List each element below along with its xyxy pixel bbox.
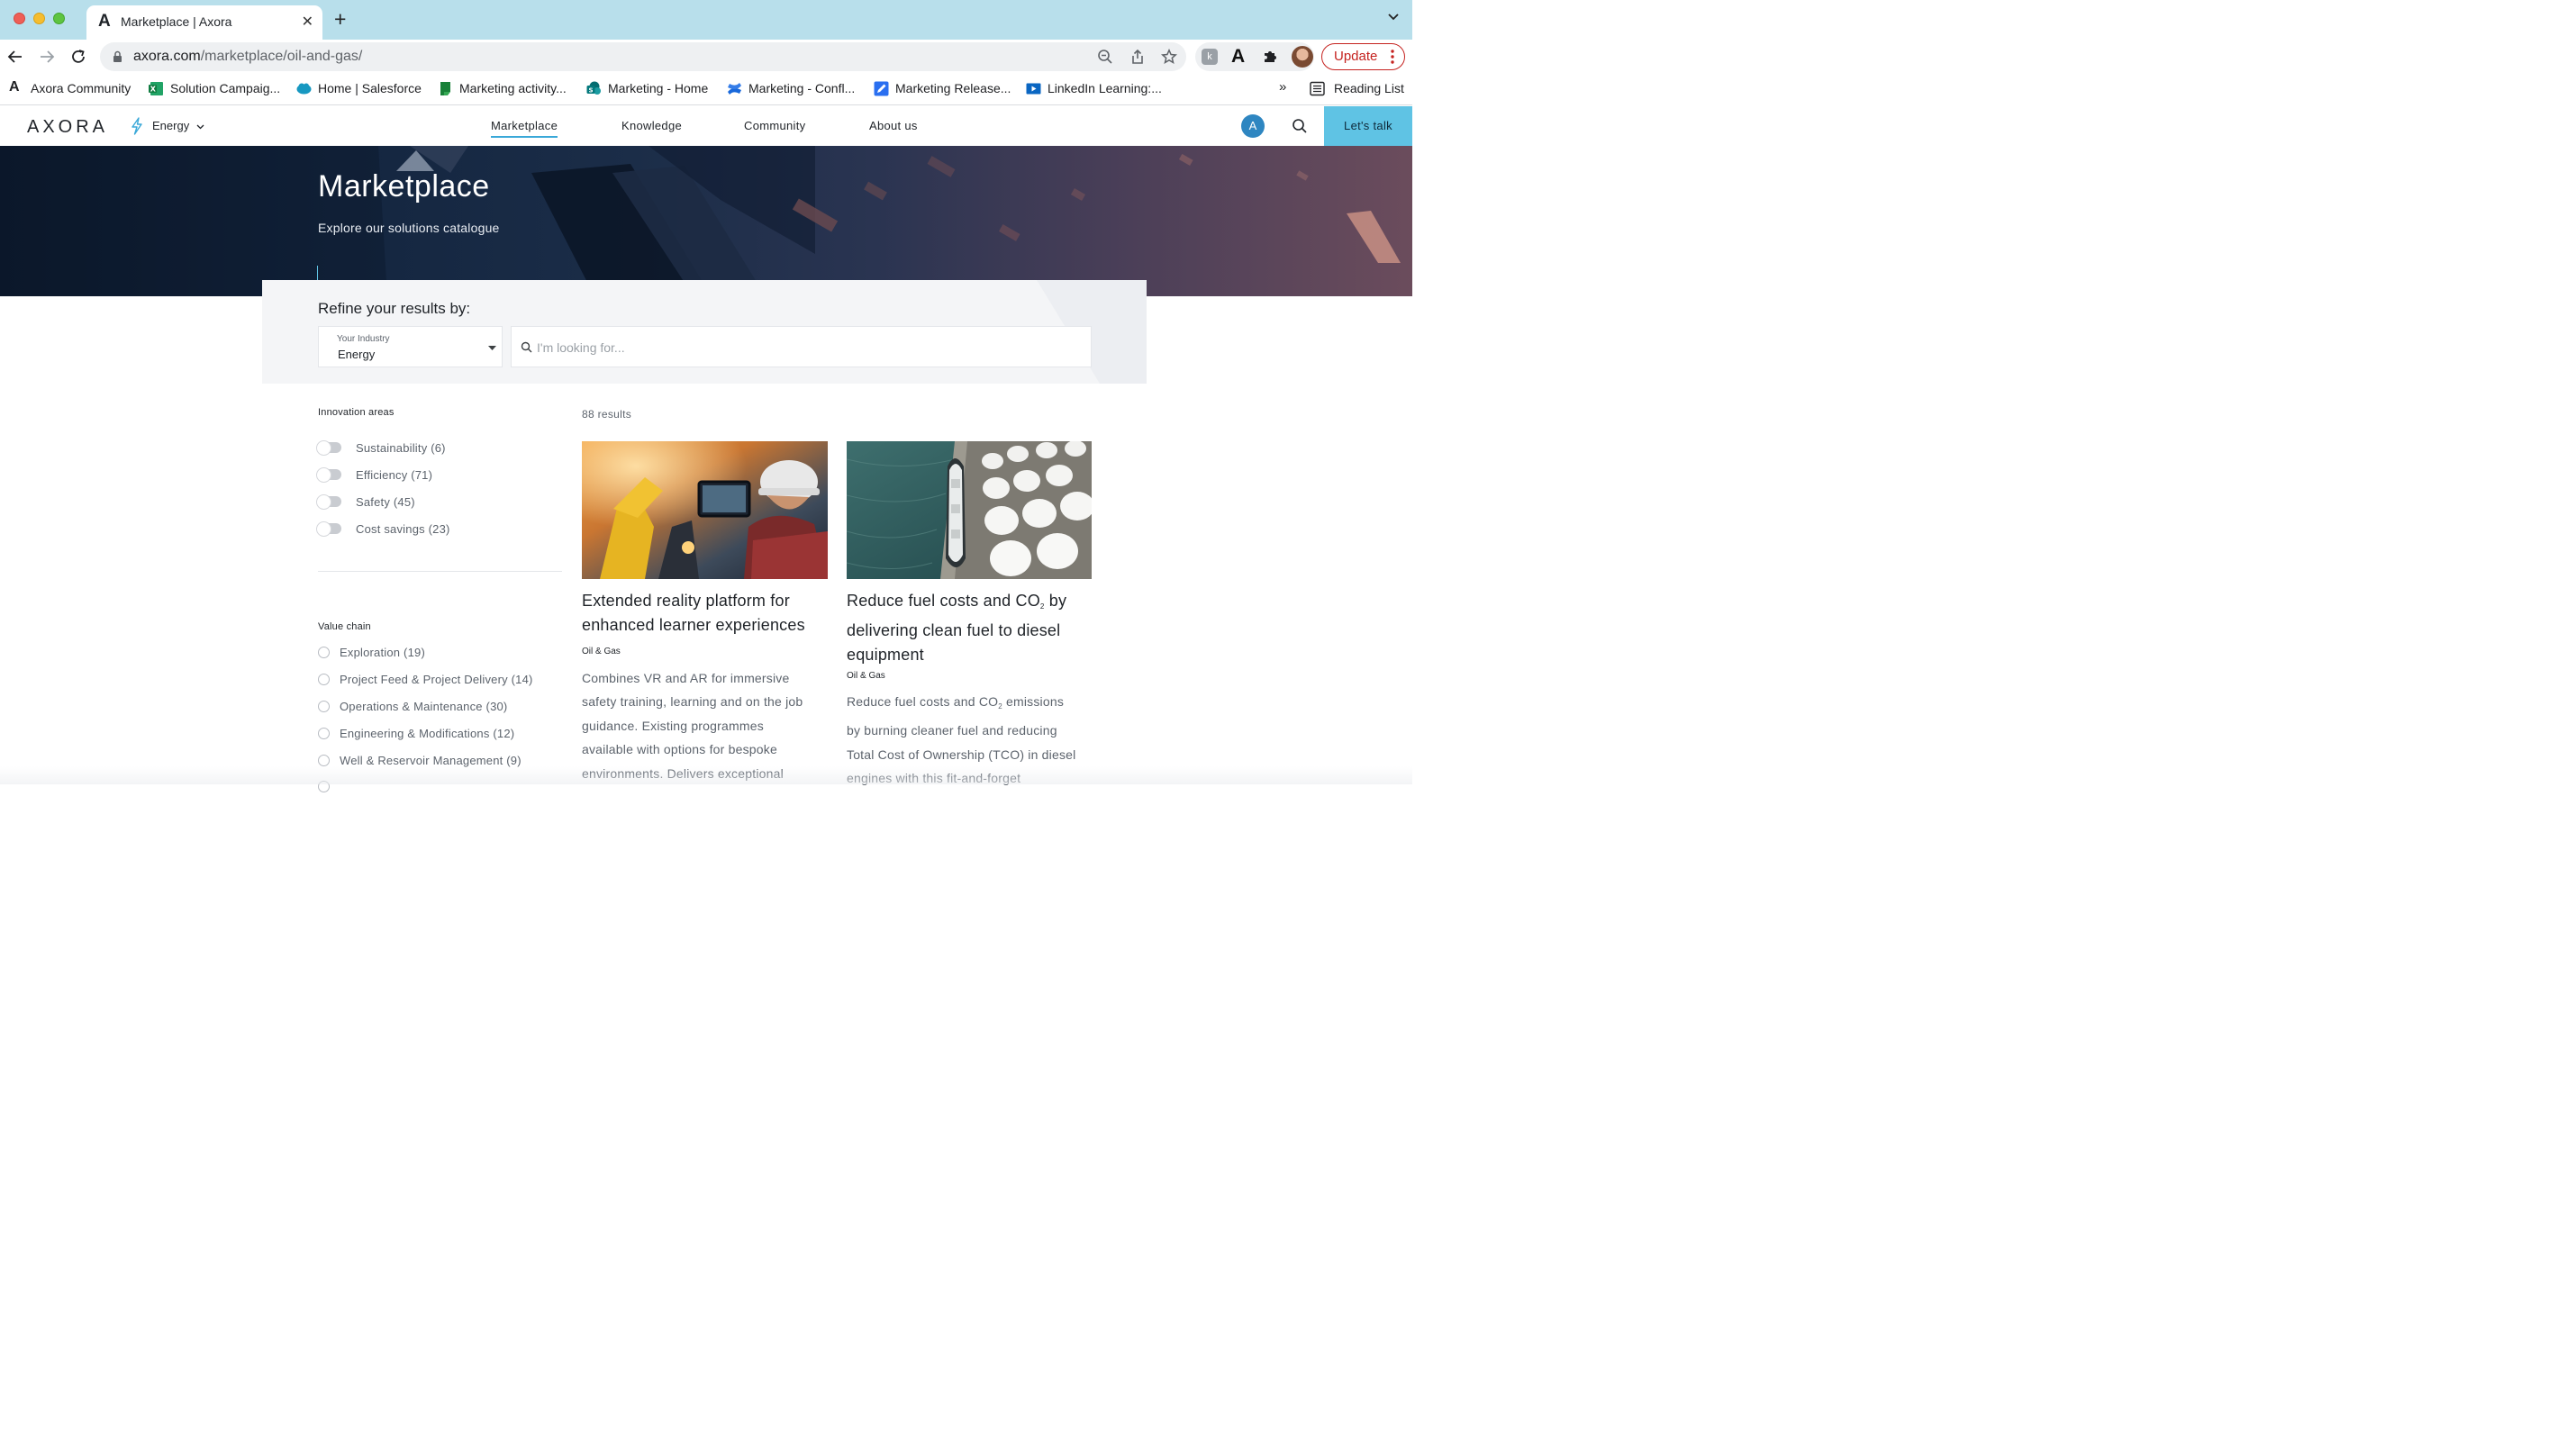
browser-tab-bar: A Marketplace | Axora ✕ + <box>0 0 1412 40</box>
maximize-window-button[interactable] <box>53 13 65 24</box>
card-image-xr-training[interactable] <box>582 441 828 579</box>
new-tab-button[interactable]: + <box>334 8 346 30</box>
radio-button[interactable] <box>318 728 330 739</box>
lock-icon[interactable] <box>113 50 122 63</box>
value-chain-heading: Value chain <box>318 621 371 632</box>
extensions-area: k A <box>1195 42 1314 71</box>
search-icon <box>521 341 532 353</box>
zoom-icon[interactable] <box>1097 49 1113 65</box>
xr-training-illustration <box>582 441 828 579</box>
lets-talk-button[interactable]: Let's talk <box>1324 106 1412 146</box>
nav-marketplace[interactable]: Marketplace <box>491 119 558 138</box>
toggle-switch[interactable] <box>316 440 341 456</box>
nav-about-us[interactable]: About us <box>869 119 918 132</box>
search-input[interactable] <box>537 338 1077 358</box>
radio-button[interactable] <box>318 701 330 712</box>
bookmark-star-icon[interactable] <box>1161 49 1177 65</box>
lightning-icon <box>132 117 142 135</box>
sharepoint-icon: S <box>586 81 601 95</box>
hero-title: Marketplace <box>318 169 490 204</box>
confluence-icon <box>728 83 741 95</box>
video-icon <box>1026 83 1041 95</box>
radio-button[interactable] <box>318 755 330 766</box>
browser-tab-active[interactable]: A Marketplace | Axora ✕ <box>86 5 322 40</box>
more-bookmarks-button[interactable]: » <box>1279 79 1286 95</box>
innovation-areas-heading: Innovation areas <box>318 407 395 418</box>
share-icon[interactable] <box>1129 49 1146 65</box>
hero-banner: Marketplace Explore our solutions catalo… <box>0 146 1412 296</box>
industry-select[interactable]: Your Industry Energy <box>318 326 503 367</box>
tab-title: Marketplace | Axora <box>121 14 232 29</box>
puzzle-icon[interactable] <box>1262 48 1279 65</box>
radio-button[interactable] <box>318 674 330 685</box>
hero-decoration <box>0 146 1401 296</box>
pencil-doc-icon <box>874 81 889 96</box>
svg-text:X: X <box>150 86 157 94</box>
tab-search-chevron-icon[interactable] <box>1387 13 1400 22</box>
extension-k-icon[interactable]: k <box>1202 49 1218 65</box>
chevron-down-icon <box>196 124 204 130</box>
brand-logo[interactable]: AXORA <box>27 117 108 138</box>
catalogue-search <box>511 326 1092 367</box>
bottom-fade <box>0 766 1412 784</box>
toggle-switch[interactable] <box>316 494 341 510</box>
toggle-switch[interactable] <box>316 467 341 483</box>
back-arrow-icon[interactable] <box>6 48 24 66</box>
minimize-window-button[interactable] <box>33 13 45 24</box>
user-avatar[interactable]: A <box>1241 114 1265 138</box>
sheets-flag-icon <box>440 82 450 95</box>
card-tag: Oil & Gas <box>582 647 621 656</box>
nav-community[interactable]: Community <box>744 119 805 132</box>
radio-button[interactable] <box>318 647 330 658</box>
card-title[interactable]: Reduce fuel costs and CO2 by delivering … <box>847 589 1099 667</box>
card-tag: Oil & Gas <box>847 671 885 681</box>
card-image-fuel-terminal[interactable] <box>847 441 1092 579</box>
address-bar[interactable]: axora.com/marketplace/oil-and-gas/ <box>100 42 1186 71</box>
nav-knowledge[interactable]: Knowledge <box>621 119 682 132</box>
more-vert-icon <box>1391 50 1394 64</box>
browser-toolbar: axora.com/marketplace/oil-and-gas/ k A U… <box>0 40 1412 74</box>
results-count: 88 results <box>582 408 632 421</box>
fuel-terminal-illustration <box>847 441 1092 579</box>
svg-text:S: S <box>589 87 594 95</box>
search-icon[interactable] <box>1292 118 1308 134</box>
axora-favicon-icon: A <box>98 12 111 31</box>
toggle-switch[interactable] <box>316 521 341 537</box>
caret-down-icon <box>488 346 496 350</box>
close-window-button[interactable] <box>14 13 25 24</box>
filter-divider <box>318 571 562 572</box>
reload-icon[interactable] <box>69 48 87 66</box>
url-text[interactable]: axora.com/marketplace/oil-and-gas/ <box>133 49 362 65</box>
profile-avatar[interactable] <box>1292 46 1313 68</box>
update-button[interactable]: Update <box>1321 43 1405 70</box>
site-header: AXORA Energy Marketplace Knowledge Commu… <box>0 106 1412 146</box>
card-title[interactable]: Extended reality platform for enhanced l… <box>582 589 834 638</box>
reading-list-icon <box>1310 81 1325 96</box>
bookmarks-bar: A Axora Community X Solution Campaig... … <box>0 74 1412 105</box>
extension-a-icon[interactable]: A <box>1231 46 1245 68</box>
salesforce-cloud-icon <box>296 83 312 95</box>
refine-panel: Refine your results by: Your Industry En… <box>262 280 1147 384</box>
hero-subtitle: Explore our solutions catalogue <box>318 221 500 235</box>
forward-arrow-icon[interactable] <box>38 48 56 66</box>
axora-logo-icon: A <box>9 79 20 95</box>
excel-icon: X <box>149 82 163 95</box>
close-tab-icon[interactable]: ✕ <box>302 13 313 31</box>
refine-title: Refine your results by: <box>318 300 471 317</box>
